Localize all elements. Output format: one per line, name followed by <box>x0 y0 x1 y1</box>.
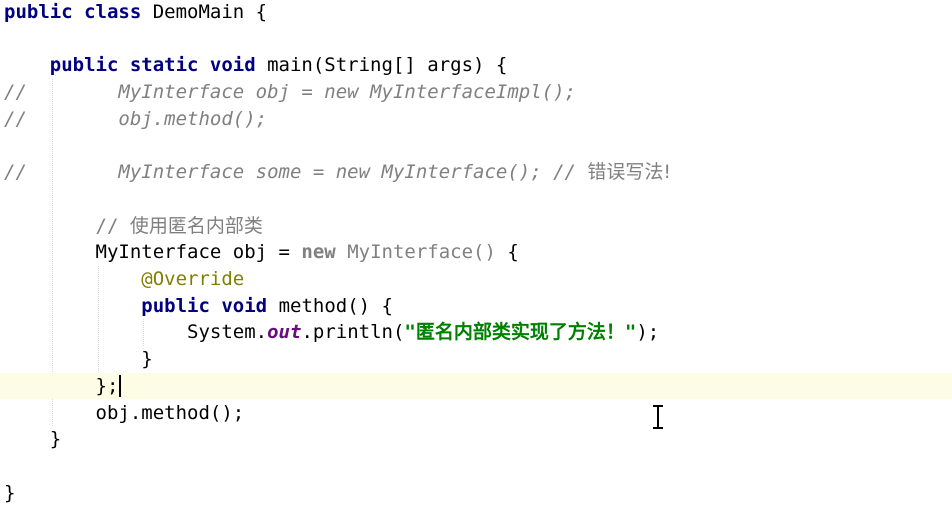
code-line[interactable]: // MyInterface some = new MyInterface();… <box>0 159 952 186</box>
code-token: main(String[] args) { <box>255 54 508 77</box>
code-line[interactable]: }; <box>0 372 952 400</box>
code-line[interactable]: } <box>0 426 952 453</box>
code-line[interactable]: System.out.println("匿名内部类实现了方法！"); <box>0 319 952 346</box>
code-token: ); <box>636 321 660 344</box>
code-token: } <box>4 481 16 504</box>
code-token: obj.method(); <box>26 107 268 130</box>
code-token: MyInterface some = new MyInterface(); // <box>26 161 588 184</box>
code-line-text: public void method() { <box>4 293 393 320</box>
code-token: } <box>4 428 62 451</box>
code-token: // <box>4 81 27 104</box>
code-line-text: MyInterface obj = new MyInterface() { <box>4 239 519 266</box>
code-line-text: // 使用匿名内部类 <box>4 213 263 240</box>
code-line-text: } <box>4 480 15 507</box>
code-line-text: System.out.println("匿名内部类实现了方法！"); <box>4 319 659 346</box>
code-token: { <box>495 241 519 264</box>
code-token: method() { <box>267 294 393 317</box>
code-line[interactable]: public static void main(String[] args) { <box>0 52 952 79</box>
code-token: MyInterface obj = <box>4 241 302 264</box>
code-token: .println( <box>301 321 405 344</box>
code-token: MyInterface obj = new MyInterfaceImpl(); <box>26 81 576 104</box>
code-token: // <box>4 107 27 130</box>
code-token: } <box>4 348 153 371</box>
text-caret <box>119 374 122 397</box>
code-token: public class <box>4 1 142 23</box>
code-line-text: public static void main(String[] args) { <box>4 52 508 79</box>
code-line-text: } <box>4 426 61 453</box>
code-line-text: } <box>4 346 153 373</box>
code-token: DemoMain { <box>141 1 268 23</box>
code-token: " <box>624 321 637 344</box>
code-token: " <box>404 321 416 344</box>
code-line[interactable] <box>0 186 952 213</box>
code-token: out <box>267 321 302 344</box>
code-token: obj.method(); <box>4 401 245 424</box>
code-line-text: @Override <box>4 266 244 293</box>
code-line[interactable]: @Override <box>0 266 952 293</box>
code-token: }; <box>4 374 119 397</box>
code-line[interactable] <box>0 133 952 160</box>
code-line-text: // obj.method(); <box>4 106 267 133</box>
code-line-text: }; <box>4 373 119 400</box>
code-line-text: // MyInterface some = new MyInterface();… <box>4 159 671 186</box>
code-token: public void <box>141 294 268 317</box>
code-line[interactable] <box>0 26 952 53</box>
code-token: new <box>301 241 336 264</box>
code-token: 使用匿名内部类 <box>129 214 263 237</box>
code-token: public static void <box>49 54 256 77</box>
code-line[interactable]: // MyInterface obj = new MyInterfaceImpl… <box>0 79 952 106</box>
code-line-text: // MyInterface obj = new MyInterfaceImpl… <box>4 79 576 106</box>
code-line[interactable]: // obj.method(); <box>0 106 952 133</box>
code-editor[interactable]: public class DemoMain { public static vo… <box>0 0 952 525</box>
code-token: @Override <box>141 268 245 290</box>
code-line-text: public class DemoMain { <box>4 0 267 26</box>
code-line-text: obj.method(); <box>4 400 245 427</box>
code-token: System. <box>4 321 268 344</box>
code-token: // <box>4 161 27 184</box>
code-line[interactable] <box>0 453 952 480</box>
code-line[interactable]: // 使用匿名内部类 <box>0 213 952 240</box>
text-ibeam-icon <box>653 405 663 429</box>
code-line[interactable]: obj.method(); <box>0 400 952 427</box>
code-line[interactable]: } <box>0 346 952 373</box>
code-line[interactable]: MyInterface obj = new MyInterface() { <box>0 239 952 266</box>
code-line[interactable]: public class DemoMain { <box>0 0 952 26</box>
code-token: 匿名内部类实现了方法！ <box>415 321 625 344</box>
code-token: // <box>4 214 130 237</box>
code-line[interactable]: public void method() { <box>0 293 952 320</box>
code-line[interactable]: } <box>0 480 952 507</box>
code-token: 错误写法! <box>587 161 672 184</box>
code-token: MyInterface() <box>347 241 496 264</box>
